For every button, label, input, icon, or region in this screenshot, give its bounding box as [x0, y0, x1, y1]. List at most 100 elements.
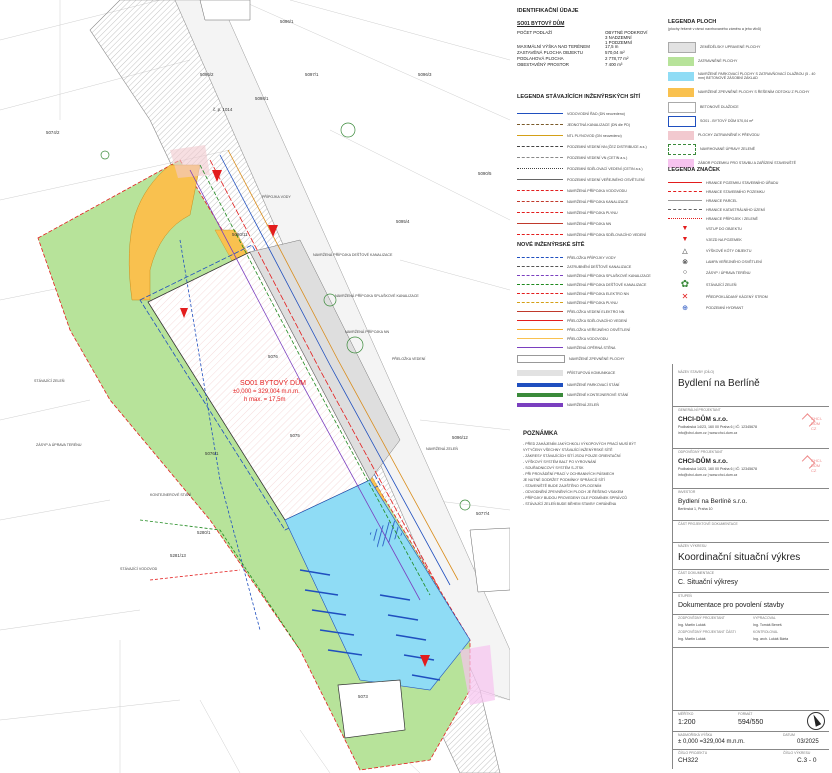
company-logo: CHCI- DŮM CZ	[801, 455, 823, 473]
legend-row: NAVRŽENÉ ZPEVNĚNÉ PLOCHY	[517, 352, 657, 366]
parcel-label: 5074/2	[46, 130, 60, 135]
divider	[673, 520, 829, 521]
legend-label: NAVRŽENÁ PŘÍPOJKA PLYNU	[567, 300, 618, 305]
legend-row: NAVRHOVANÉ ÚPRAVY ZELENĚ	[668, 142, 828, 156]
parcel-label: 5096/1	[280, 19, 294, 24]
line-sample	[517, 201, 563, 202]
parcel-label: 5097/1	[305, 72, 319, 77]
line-sample	[517, 275, 563, 276]
legend-row: NAVRŽENÁ PŘÍPOJKA VODOVODU	[517, 185, 657, 196]
hydrant-icon: ⊕	[682, 304, 688, 312]
project-name: Bydlení na Berlíně	[678, 378, 760, 389]
legend-label: PODZEMNÍ VEDENÍ VN (CETIN a.s.)	[567, 155, 628, 160]
area-sample	[517, 403, 563, 407]
line-sample	[517, 190, 563, 191]
legend-row: PŘELOŽKA VEDENÍ ELEKTRO NN	[517, 307, 657, 316]
parcel-label: 5077/4	[476, 511, 490, 516]
logo-text: CZ	[811, 426, 817, 431]
legend-label: BETONOVÉ DLAŽDICE	[700, 105, 739, 109]
area-sample	[517, 370, 563, 376]
scale-value: 1:200	[678, 719, 696, 726]
date-value: 03/2025	[797, 739, 819, 745]
building-level: ±0,000 = 329,004 m.n.m.	[233, 389, 300, 395]
drawing-name: Koordinační situační výkres	[678, 552, 801, 563]
legend-label: NAVRHOVANÉ ÚPRAVY ZELENĚ	[700, 147, 756, 151]
project-number-label: ČÍSLO PROJEKTU	[678, 751, 708, 755]
legend-row: HRANICE POZEMKU STAVEBNÍHO ÚŘADU	[668, 178, 828, 187]
legend-label: NAVRŽENÁ PŘÍPOJKA SPLAŠKOVÉ KANALIZACE	[567, 273, 651, 278]
legend-row: PODZEMNÍ VEDENÍ VEŘEJNÉHO OSVĚTLENÍ	[517, 174, 657, 185]
investor-details: Berlínská 1, Praha 10	[678, 507, 713, 511]
company-logo: CHCI- DŮM CZ	[801, 413, 823, 431]
legend-label: VÝŠKOVÉ KÓTY OBJEKTU	[706, 248, 752, 253]
legend-row: ✕ PŘEDPOKLÁDANÝ KÁCENÝ STROM	[668, 291, 828, 302]
tree-icon: ✿	[680, 279, 690, 290]
signature-role: ZODPOVĚDNÝ PROJEKTANT	[678, 616, 725, 620]
divider	[673, 569, 829, 570]
legend-label: PODZEMNÍ HYDRANT	[706, 305, 744, 310]
signature-name: Ing. arch. Lukáš Bárta	[753, 637, 789, 641]
legend-label: NAVRŽENÁ PŘÍPOJKA DEŠŤOVÉ KANALIZACE	[567, 282, 647, 287]
callout: NAVRŽENÁ PŘÍPOJKA SPLAŠKOVÉ KANALIZACE	[335, 294, 419, 298]
legend-row: NAVRŽENÁ PŘÍPOJKA KANALIZACE	[517, 196, 657, 207]
note-line: - STÁVAJÍCÍ ZELEŇ BUDE BĚHEM STAVBY CHRÁ…	[523, 502, 617, 506]
drawing-sheet: SO01 BYTOVÝ DŮM ±0,000 = 329,004 m.n.m. …	[0, 0, 832, 773]
line-sample	[668, 218, 702, 219]
line-sample	[517, 212, 563, 213]
existing-networks-list: VODOVODNÍ ŘAD (DN neuvedeno) JEDNOTNÁ KA…	[517, 108, 657, 240]
legend-label: NAVRŽENÁ PŘÍPOJKA NN	[567, 221, 612, 226]
parcel-label: 5281/13	[170, 553, 186, 558]
drawing-name-label: NÁZEV VÝKRESU	[678, 544, 707, 548]
legend-row: ▼ VSTUP DO OBJEKTU	[668, 223, 828, 234]
area-swatch	[668, 115, 696, 127]
legend-row: ZEMĚDĚLSKY UPRAVENÉ PLOCHY	[668, 40, 828, 54]
sheet-number-label: ČÍSLO VÝKRESU	[783, 751, 811, 755]
legend-label: HRANICE STAVEBNÍHO POZEMKU	[706, 189, 765, 194]
company-name: CHCI-DŮM s.r.o.	[678, 416, 728, 423]
legend-row: NAVRŽENÁ PŘÍPOJKA SDĚLOVACÍHO VEDENÍ	[517, 229, 657, 240]
parcel-label: 5073	[358, 694, 368, 699]
part-label: ČÁST PROJEKTOVÉ DOKUMENTACE	[678, 522, 738, 526]
line-sample	[668, 209, 702, 210]
legend-label: NAVRŽENÁ PŘÍPOJKA ELEKTRO NN	[567, 291, 629, 296]
parcel-label: 5076	[268, 354, 278, 359]
divider	[673, 592, 829, 593]
signature-name: Ing. Tomáš Beneš	[753, 623, 782, 627]
line-sample	[517, 338, 563, 339]
legend-label: PŘELOŽKA VEŘEJNÉHO OSVĚTLENÍ	[567, 327, 631, 332]
existing-networks-title: LEGENDA STÁVAJÍCÍCH INŽENÝRSKÝCH SÍTÍ	[517, 94, 641, 100]
legend-row: PŘELOŽKA SDĚLOVACÍHO VEDENÍ	[517, 316, 657, 325]
legend-row: NAVRŽENÁ PŘÍPOJKA ELEKTRO NN	[517, 289, 657, 298]
level-mark-icon: △	[682, 247, 688, 255]
legend-row: PODZEMNÍ VEDENÍ VN (CETIN a.s.)	[517, 152, 657, 163]
legend-label: PODZEMNÍ VEDENÍ NN (ČEZ DISTRIBUCE a.s.)	[567, 144, 647, 149]
area-swatch	[668, 71, 694, 81]
divider	[673, 749, 829, 750]
area-swatch	[668, 143, 696, 155]
legend-label: PODZEMNÍ VEDENÍ VEŘEJNÉHO OSVĚTLENÍ	[567, 177, 645, 182]
legend-row: PŘELOŽKA PŘÍPOJKY VODY	[517, 253, 657, 262]
line-sample	[517, 302, 563, 303]
line-sample	[668, 200, 702, 201]
parcel-label: 5090/11	[232, 232, 248, 237]
investor-label: INVESTOR	[678, 490, 696, 494]
legend-label: NTL PLYNOVOD (DN neuvedeno)	[567, 133, 622, 138]
logo-text: CZ	[811, 468, 817, 473]
legend-row: NAVRŽENÁ PŘÍPOJKA NN	[517, 218, 657, 229]
legend-row: NAVRŽENÉ PARKOVACÍ STÁNÍ	[517, 380, 657, 390]
legend-row: JEDNOTNÁ KANALIZACE (DN dle PD)	[517, 119, 657, 130]
general-designer-label: GENERÁLNÍ PROJEKTANT	[678, 408, 721, 412]
legend-label: PŘELOŽKA SDĚLOVACÍHO VEDENÍ	[567, 318, 628, 323]
project-number: CH322	[678, 757, 699, 764]
note-body: - PŘED ZAHÁJENÍM JAKÝCHKOLI VÝKOPOVÝCH P…	[523, 442, 663, 508]
areas-list: ZEMĚDĚLSKY UPRAVENÉ PLOCHY ZATRAVNĚNÉ PL…	[668, 40, 828, 170]
legend-row: ⊗ LAMPA VEŘEJNÉHO OSVĚTLENÍ	[668, 256, 828, 267]
id-value: 7 400 m³	[605, 62, 623, 67]
legend-label: PŘEDPOKLÁDANÝ KÁCENÝ STROM	[706, 294, 768, 299]
line-sample	[517, 284, 563, 285]
line-sample	[517, 157, 563, 158]
parcel-label: 5095/4	[396, 219, 410, 224]
legend-label: NAVRŽENÁ ZELEŇ	[567, 403, 599, 407]
area-swatch	[668, 130, 694, 140]
areas-title: LEGENDA PLOCH	[668, 19, 717, 25]
